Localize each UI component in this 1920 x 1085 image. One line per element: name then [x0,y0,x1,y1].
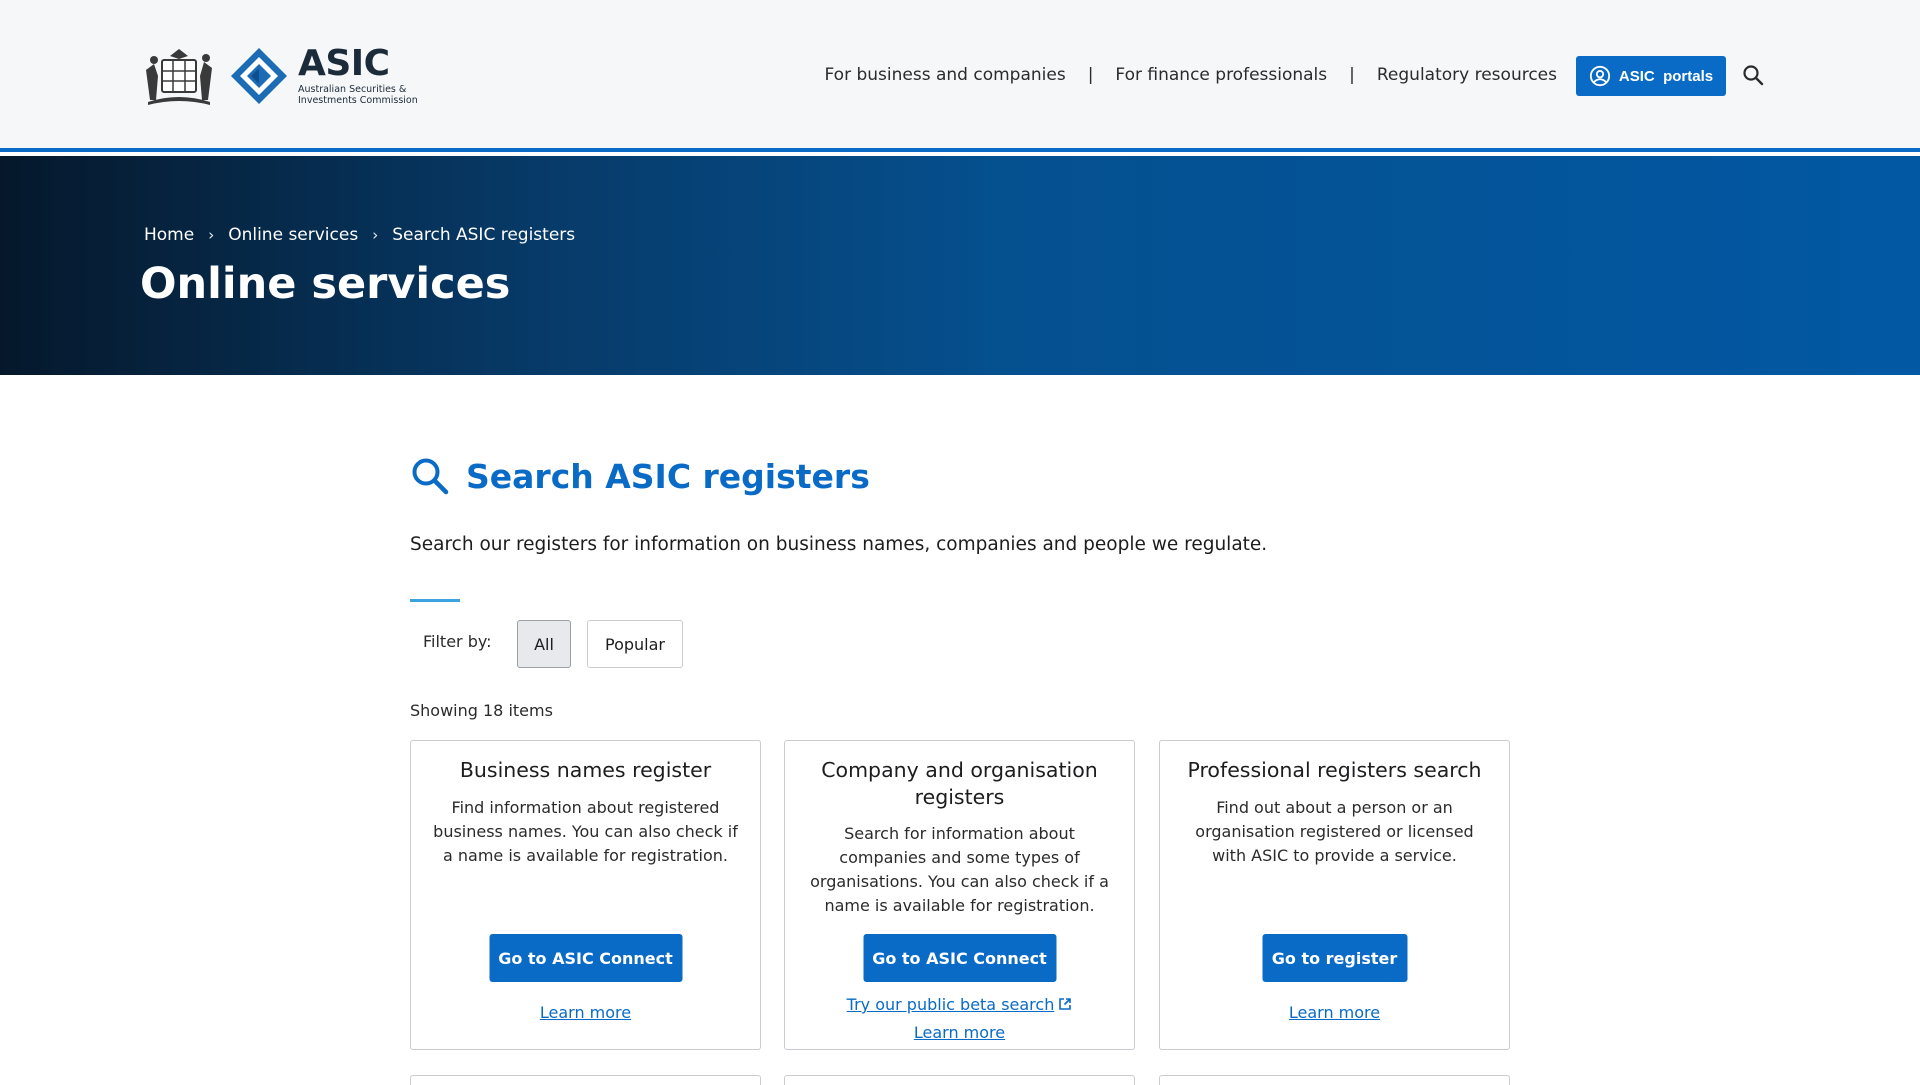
filter-all-button[interactable]: All [517,620,571,668]
learn-more-link[interactable]: Learn more [1160,1003,1509,1022]
card-title: Company and organisation registers [821,758,1098,809]
card-next-row [410,1075,761,1085]
card-next-row [784,1075,1135,1085]
learn-more-link[interactable]: Learn more [785,1023,1134,1042]
page-title: Online services [140,259,511,309]
card-description: Search for information about companies a… [810,824,1109,915]
chevron-right-icon: › [372,226,379,244]
results-count: Showing 18 items [410,701,553,720]
asic-portals-button[interactable]: ASIC portals [1576,56,1726,96]
card-description: Find information about registered busine… [433,798,738,865]
card-next-row [1159,1075,1510,1085]
filter-label: Filter by: [423,632,492,651]
filter-bar: Filter by: All Popular [410,620,810,668]
logo-text: ASIC Australian Securities & Investments… [298,46,418,106]
breadcrumb-current: Search ASIC registers [392,225,576,245]
section-heading: Search ASIC registers [410,456,870,496]
go-to-asic-connect-button[interactable]: Go to ASIC Connect [489,934,682,982]
hero-banner: Home › Online services › Search ASIC reg… [0,156,1920,375]
card-grid: Business names register Find information… [410,740,1510,1050]
card-description: Find out about a person or an organisati… [1195,798,1474,865]
user-circle-icon [1589,65,1610,87]
nav-item-regulatory[interactable]: Regulatory resources [1377,65,1557,85]
breadcrumb: Home › Online services › Search ASIC reg… [144,225,575,245]
breadcrumb-online-services[interactable]: Online services [228,225,358,245]
accent-divider [410,599,460,602]
external-link-icon [1059,998,1072,1010]
search-icon[interactable] [1742,64,1764,86]
filter-popular-button[interactable]: Popular [587,620,683,668]
nav-separator: | [1087,65,1094,85]
card-title: Professional registers search [1187,758,1482,782]
nav-item-finance[interactable]: For finance professionals [1115,65,1327,85]
site-header: ASIC Australian Securities & Investments… [0,0,1920,152]
search-icon [412,458,449,495]
main-nav: For business and companies | For finance… [825,62,1558,88]
card-title: Business names register [459,758,712,782]
logo-subtitle-line1: Australian Securities & [298,84,407,96]
go-to-asic-connect-button[interactable]: Go to ASIC Connect [863,934,1056,982]
logo-wordmark: ASIC [298,43,390,85]
go-to-register-button[interactable]: Go to register [1262,934,1407,982]
public-beta-search-link[interactable]: Try our public beta search [785,995,1134,1014]
section-title: Search ASIC registers [466,456,870,496]
public-beta-search-label: Try our public beta search [846,995,1055,1014]
logo-subtitle-line2: Investments Commission [298,94,418,106]
asic-logo-link[interactable]: ASIC Australian Securities & Investments… [140,46,418,106]
nav-item-business[interactable]: For business and companies [825,65,1066,85]
breadcrumb-home[interactable]: Home [144,225,194,245]
card-business-names: Business names register Find information… [410,740,761,1050]
learn-more-link[interactable]: Learn more [411,1003,760,1022]
asic-diamond-icon [231,48,287,104]
intro-text: Search our registers for information on … [410,534,1268,555]
chevron-right-icon: › [208,226,215,244]
coat-of-arms-icon [146,49,212,105]
card-professional-registers: Professional registers search Find out a… [1159,740,1510,1050]
asic-portals-label: ASIC portals [1618,67,1714,85]
card-company-registers: Company and organisation registers Searc… [784,740,1135,1050]
nav-separator: | [1349,65,1355,85]
